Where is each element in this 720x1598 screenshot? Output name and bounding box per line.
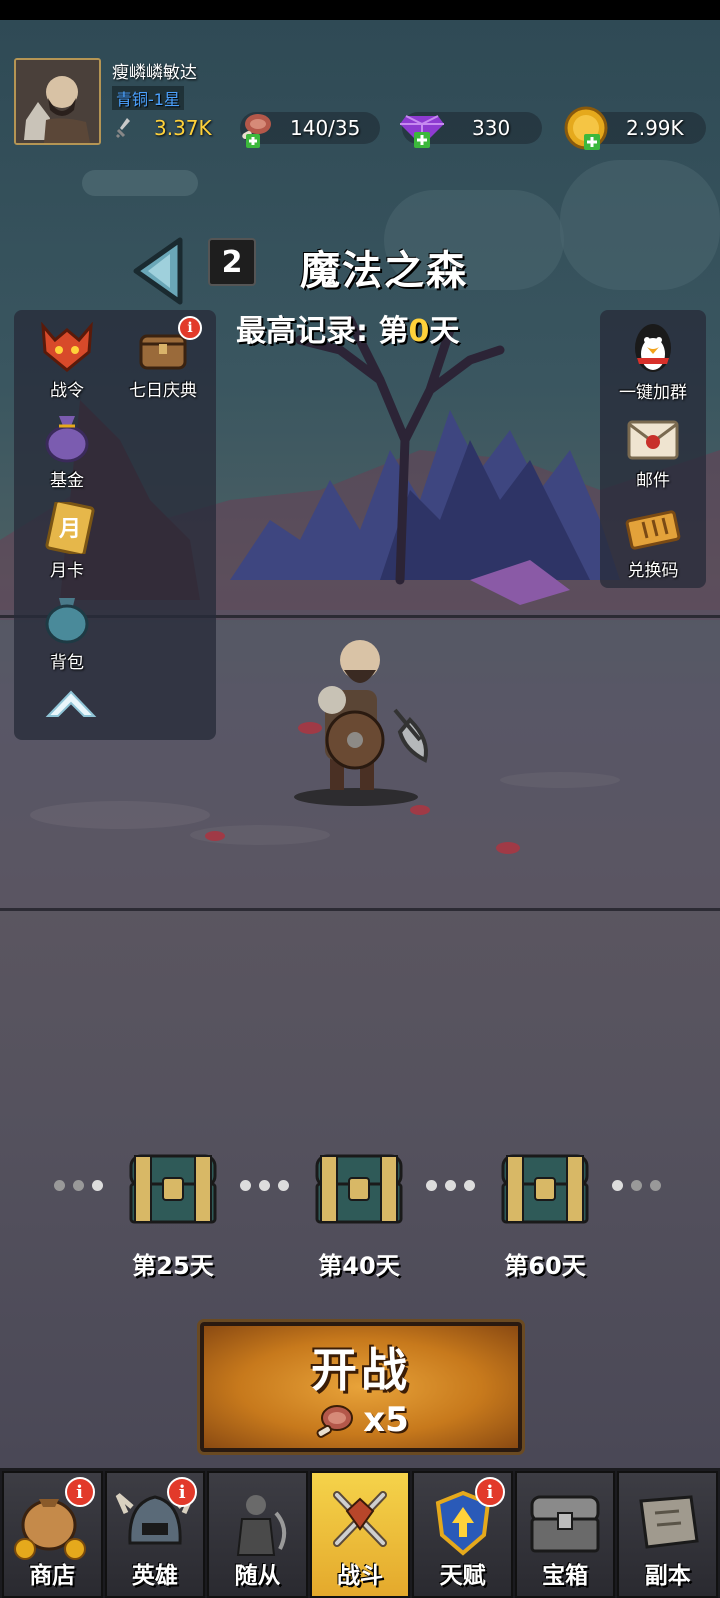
player-avatar[interactable]	[14, 58, 101, 145]
nav-talent[interactable]: 天赋 i	[412, 1471, 513, 1598]
nav-hero[interactable]: 英雄 i	[104, 1471, 206, 1598]
treasure-chest-icon	[530, 1495, 600, 1553]
nav-shop-label: 商店	[29, 1563, 76, 1589]
seven-day-label: 七日庆典	[129, 381, 197, 401]
record-prefix: 最高记录: 第	[236, 314, 409, 349]
follower-icon	[237, 1495, 287, 1556]
info-badge: i	[178, 316, 202, 340]
dungeon-scroll-icon	[639, 1495, 699, 1549]
gold-coin-icon	[564, 106, 608, 150]
month-card-button[interactable]: 月 月卡	[22, 502, 112, 581]
treasure-chest-icon	[129, 1154, 217, 1224]
gold-value: 2.99K	[626, 116, 684, 140]
reward-chest-60[interactable]	[495, 1150, 595, 1230]
meat-icon	[242, 114, 271, 148]
treasure-chest-icon	[315, 1154, 403, 1224]
collapse-panel-arrow-icon[interactable]	[44, 686, 98, 722]
reward-chest-25[interactable]	[123, 1150, 223, 1230]
system-status-bar	[0, 0, 720, 20]
redeem-code-button[interactable]: 兑换码	[608, 506, 698, 581]
purple-gem-icon	[400, 115, 444, 148]
fund-label: 基金	[50, 471, 84, 491]
info-badge: i	[64, 1477, 95, 1507]
gem-resource[interactable]: 330	[400, 112, 542, 148]
player-name: 瘦嶙嶙敏达	[112, 63, 197, 83]
start-battle-label: 开战	[311, 1343, 411, 1397]
qq-penguin-icon	[635, 324, 671, 372]
backpack-button[interactable]: 背包	[22, 594, 112, 673]
mail-icon	[627, 420, 679, 460]
best-record: 最高记录: 第0天	[236, 306, 459, 350]
month-card-icon: 月	[45, 502, 95, 554]
player-rank: 青铜-1星	[112, 86, 184, 110]
progress-dots	[240, 1180, 289, 1191]
backpack-label: 背包	[50, 653, 84, 673]
power-display: 3.37K	[112, 112, 228, 144]
info-badge: i	[474, 1477, 505, 1507]
join-group-button[interactable]: 一键加群	[608, 320, 698, 403]
stage-number: 2	[208, 238, 256, 286]
power-value: 3.37K	[154, 116, 212, 140]
previous-stage-arrow-icon[interactable]	[130, 236, 186, 306]
nav-dungeon-label: 副本	[644, 1563, 691, 1589]
mail-label: 邮件	[636, 471, 670, 491]
meat-value: 140/35	[290, 116, 361, 140]
nav-follower-label: 随从	[234, 1563, 281, 1589]
nav-follower[interactable]: 随从	[207, 1471, 308, 1598]
nav-hero-label: 英雄	[131, 1563, 178, 1589]
fund-bag-icon	[45, 416, 89, 463]
treasure-chest-icon	[501, 1154, 589, 1224]
backpack-icon	[45, 598, 89, 644]
crossed-swords-icon	[333, 1491, 388, 1547]
bottom-navigation: 商店 i 英雄 i 随从 战斗 天赋 i 宝箱 副本	[0, 1468, 720, 1598]
gold-resource[interactable]: 2.99K	[564, 106, 706, 150]
gem-value: 330	[472, 116, 511, 140]
meat-resource[interactable]: 140/35	[240, 112, 380, 148]
reward-chest-40[interactable]	[309, 1150, 409, 1230]
start-battle-button[interactable]: 开战 x5	[197, 1319, 525, 1455]
battle-pass-label: 战令	[50, 381, 84, 401]
ground-line	[0, 908, 720, 911]
progress-dots	[612, 1180, 661, 1191]
fund-button[interactable]: 基金	[22, 412, 112, 491]
join-group-label: 一键加群	[619, 383, 687, 403]
stage-name: 魔法之森	[300, 248, 468, 294]
nav-talent-label: 天赋	[439, 1563, 486, 1589]
record-value: 0	[408, 314, 430, 349]
redeem-code-label: 兑换码	[627, 561, 679, 581]
nav-battle-label: 战斗	[337, 1563, 384, 1589]
battle-cost-value: x5	[363, 1400, 409, 1440]
nav-chest[interactable]: 宝箱	[514, 1471, 616, 1598]
meat-icon	[316, 1405, 354, 1438]
ticket-icon	[625, 510, 681, 550]
record-suffix: 天	[429, 314, 460, 349]
nav-shop[interactable]: 商店 i	[2, 1471, 103, 1598]
seven-day-event-button[interactable]: 七日庆典 i	[118, 316, 208, 401]
chest-day-label: 第60天	[504, 1252, 586, 1280]
progress-dots	[54, 1180, 103, 1191]
nav-battle[interactable]: 战斗	[309, 1471, 411, 1598]
month-card-char: 月	[58, 517, 81, 542]
sword-icon	[115, 118, 130, 139]
nav-chest-label: 宝箱	[542, 1563, 589, 1589]
battle-pass-button[interactable]: 战令	[22, 322, 112, 401]
battle-cost: x5	[204, 1400, 518, 1440]
info-badge: i	[167, 1477, 198, 1507]
nav-dungeon[interactable]: 副本	[617, 1471, 719, 1598]
mail-button[interactable]: 邮件	[608, 416, 698, 491]
battle-pass-icon	[41, 322, 93, 372]
progress-dots	[426, 1180, 475, 1191]
chest-day-label: 第40天	[318, 1252, 400, 1280]
month-card-label: 月卡	[50, 561, 84, 581]
chest-day-label: 第25天	[132, 1252, 214, 1280]
